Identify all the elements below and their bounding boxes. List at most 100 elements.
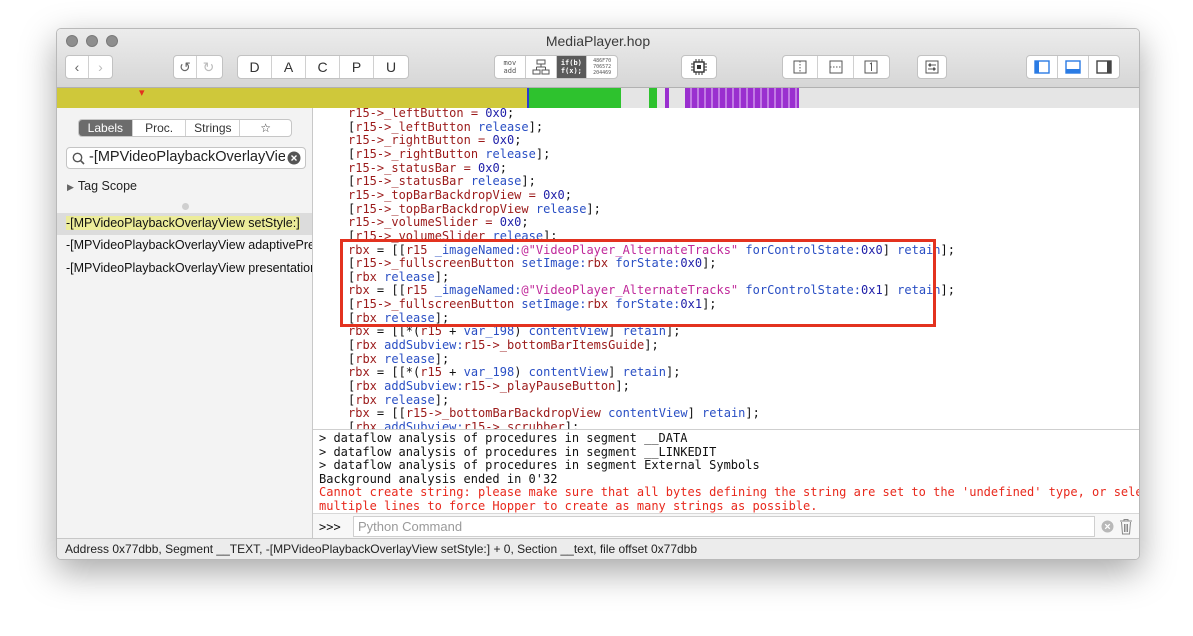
code-token: ]; <box>434 351 450 366</box>
window-title: MediaPlayer.hop <box>545 33 651 49</box>
code-token: contentView <box>528 365 609 380</box>
trash-icon[interactable] <box>1119 518 1133 535</box>
code-token: contentView <box>600 406 688 421</box>
code-line[interactable]: r15->_statusBar = 0x0; <box>348 161 507 175</box>
tab-procedures[interactable]: Proc. <box>133 120 187 136</box>
code-token: release <box>528 201 587 216</box>
code-token: ]; <box>615 379 630 393</box>
split-horizontal-icon <box>829 60 843 74</box>
code-line[interactable]: [rbx release]; <box>348 352 449 366</box>
toggle-bottom-panel-button[interactable] <box>1058 56 1089 78</box>
mode-label: f(x); <box>560 67 582 75</box>
code-token: ]; <box>521 174 536 189</box>
code-token: ; <box>521 215 529 230</box>
code-token: ]; <box>644 338 659 353</box>
code-token: retain <box>622 365 666 380</box>
label-result-row[interactable]: -[MPVideoPlaybackOverlayView setStyle:] <box>57 213 312 235</box>
clear-command-icon[interactable] <box>1101 520 1114 533</box>
code-line[interactable]: r15->_leftButton = 0x0; <box>348 108 514 120</box>
mode-label: add <box>503 67 517 75</box>
label-result-row[interactable]: -[MPVideoPlaybackOverlayView adaptivePre… <box>57 235 312 257</box>
code-token: r15->_leftButton = <box>348 108 486 120</box>
code-token: r15->_statusBar = <box>348 160 479 175</box>
code-token: ) <box>514 365 529 380</box>
code-line[interactable]: [r15->_topBarBackdropView release]; <box>348 202 601 216</box>
label-result-row[interactable]: -[MPVideoPlaybackOverlayView presentatio… <box>57 258 312 280</box>
code-token: release <box>463 174 522 189</box>
pseudocode-view[interactable]: r15->_leftButton = 0x0; [r15->_leftButton… <box>313 108 1139 429</box>
code-token: r15->_scrubber <box>463 419 565 429</box>
code-line[interactable]: [r15->_rightButton release]; <box>348 147 550 161</box>
code-token: release <box>376 351 435 366</box>
cfg-mode-button[interactable] <box>526 56 557 78</box>
search-input[interactable]: -[MPVideoPlaybackOverlayView <box>89 149 285 165</box>
python-prompt-bar: >>> Python Command <box>313 513 1139 539</box>
code-token: r15->_statusBar <box>355 174 464 189</box>
code-token: r15->_leftButton <box>355 119 471 134</box>
code-line[interactable]: r15->_topBarBackdropView = 0x0; <box>348 188 572 202</box>
undo-button[interactable]: ↺ <box>174 56 197 78</box>
single-view-button[interactable] <box>854 56 889 78</box>
code-line[interactable]: [rbx addSubview:r15->_playPauseButton]; <box>348 379 630 393</box>
tab-strings[interactable]: Strings <box>186 120 241 136</box>
label-search-field[interactable]: -[MPVideoPlaybackOverlayView <box>66 147 306 169</box>
code-line[interactable]: [rbx addSubview:r15->_bottomBarItemsGuid… <box>348 338 659 352</box>
code-token: ]; <box>535 146 551 161</box>
code-line[interactable]: [rbx release]; <box>348 393 449 407</box>
toggle-left-panel-button[interactable] <box>1027 56 1058 78</box>
data-type-button[interactable]: D <box>238 56 272 78</box>
redo-button[interactable]: ↻ <box>197 56 220 78</box>
code-line[interactable]: rbx = [[*(r15 + var_198) contentView] re… <box>348 365 680 379</box>
clear-search-icon[interactable] <box>287 151 301 165</box>
segment-navigation-bar[interactable]: ▾ <box>57 88 1139 108</box>
procedure-type-button[interactable]: P <box>340 56 374 78</box>
code-token: ]; <box>745 406 760 421</box>
code-token: addSubview: <box>376 338 464 353</box>
code-type-button[interactable]: C <box>306 56 340 78</box>
assembly-mode-button[interactable]: mov add <box>495 56 526 78</box>
code-line[interactable]: [r15->_leftButton release]; <box>348 120 543 134</box>
forward-button[interactable]: › <box>89 56 112 78</box>
code-token: 0x0 <box>499 215 522 230</box>
undo-redo-buttons: ↺ ↻ <box>173 55 223 79</box>
code-token: rbx <box>348 406 370 421</box>
ascii-type-button[interactable]: A <box>272 56 306 78</box>
pseudocode-mode-button[interactable]: if(b) f(x); <box>556 56 588 78</box>
mode-label: if(b) <box>560 59 582 67</box>
code-line[interactable]: r15->_rightButton = 0x0; <box>348 133 521 147</box>
console-line: > dataflow analysis of procedures in seg… <box>319 431 688 445</box>
tab-labels[interactable]: Labels <box>79 120 133 136</box>
tag-scope-toggle[interactable]: ▶ Tag Scope <box>67 179 137 193</box>
navbar-procedure-region <box>665 88 669 108</box>
console-line: > dataflow analysis of procedures in seg… <box>319 458 760 473</box>
display-mode-buttons: mov add if(b) f(x); 486F70 706572 204469 <box>494 55 618 79</box>
code-token: addSubview: <box>376 379 464 393</box>
code-token: ]; <box>434 392 450 407</box>
panel-toggle-buttons <box>1026 55 1120 79</box>
code-token: ; <box>499 160 507 175</box>
code-line[interactable]: [r15->_statusBar release]; <box>348 174 536 188</box>
cpu-button[interactable] <box>681 55 717 79</box>
undefined-type-button[interactable]: U <box>374 56 408 78</box>
splitter-handle[interactable] <box>182 203 189 210</box>
label-result-text: -[MPVideoPlaybackOverlayView setStyle:] <box>66 216 300 230</box>
split-vertical-button[interactable] <box>783 56 819 78</box>
python-command-input[interactable]: Python Command <box>353 516 1095 537</box>
code-token: 0x0 <box>543 187 565 202</box>
tab-bookmarks[interactable]: ☆ <box>240 120 291 136</box>
code-token: ]; <box>586 201 601 216</box>
code-token: ]; <box>940 242 955 257</box>
toggle-right-panel-button[interactable] <box>1089 56 1119 78</box>
back-button[interactable]: ‹ <box>66 56 89 78</box>
code-line[interactable]: [rbx addSubview:r15->_scrubber]; <box>348 420 579 429</box>
code-token: rbx <box>355 392 377 407</box>
code-line[interactable]: rbx = [[r15->_bottomBarBackdropView cont… <box>348 406 760 420</box>
code-token: r15->_rightButton = <box>348 133 493 148</box>
code-line[interactable]: r15->_volumeSlider = 0x0; <box>348 215 529 229</box>
hex-mode-button[interactable]: 486F70 706572 204469 <box>587 56 617 78</box>
layout-buttons <box>782 55 890 79</box>
split-horizontal-button[interactable] <box>818 56 854 78</box>
inspector-settings-button[interactable] <box>917 55 947 79</box>
toolbar: MediaPlayer.hop ‹ › ↺ ↻ D A C P U mov ad… <box>57 29 1139 88</box>
sidebar-tabs: Labels Proc. Strings ☆ <box>78 119 292 137</box>
